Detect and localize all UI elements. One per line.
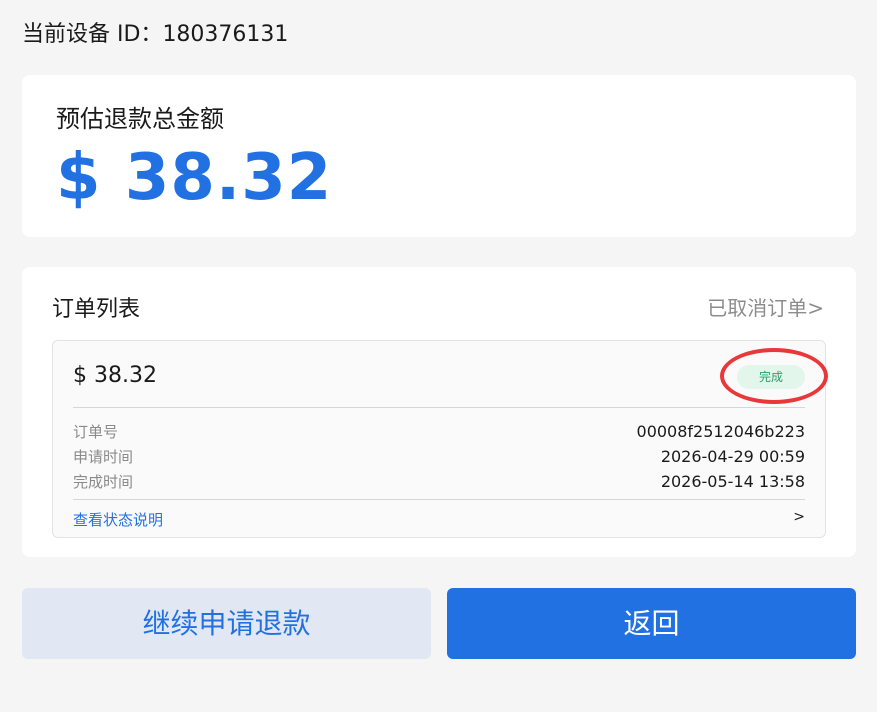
status-explanation-link[interactable]: 查看状态说明 [73,509,163,530]
chevron-right-icon[interactable]: > [793,509,805,525]
apply-time-row: 申请时间 2026-04-29 00:59 [73,446,805,468]
order-item: $ 38.32 完成 订单号 00008f2512046b223 申请时间 20… [52,340,828,538]
cancelled-orders-link[interactable]: 已取消订单> [707,292,824,321]
back-button[interactable]: 返回 [447,588,856,659]
apply-time-label: 申请时间 [73,448,134,466]
refund-total-amount: $ 38.32 [56,141,333,215]
order-list-card: 订单列表 已取消订单> $ 38.32 完成 订单号 00008f2512046… [22,267,856,557]
continue-refund-button[interactable]: 继续申请退款 [22,588,431,659]
device-id-value: 180376131 [162,22,289,47]
complete-time-label: 完成时间 [73,473,134,491]
order-number-value: 00008f2512046b223 [636,422,805,441]
order-divider-top [73,407,805,408]
order-amount: $ 38.32 [73,363,157,388]
order-divider-bottom [73,499,805,500]
status-badge: 完成 [737,365,805,389]
order-list-title: 订单列表 [52,297,141,322]
refund-total-label: 预估退款总金额 [56,105,224,133]
apply-time-value: 2026-04-29 00:59 [660,447,805,466]
complete-time-value: 2026-05-14 13:58 [660,472,805,491]
order-number-row: 订单号 00008f2512046b223 [73,421,805,443]
device-id-label: 当前设备 ID： [22,22,163,47]
order-number-label: 订单号 [73,423,119,441]
complete-time-row: 完成时间 2026-05-14 13:58 [73,471,805,493]
refund-summary-card: 预估退款总金额 $ 38.32 [22,75,856,237]
device-id-line: 当前设备 ID：180376131 [22,16,288,48]
